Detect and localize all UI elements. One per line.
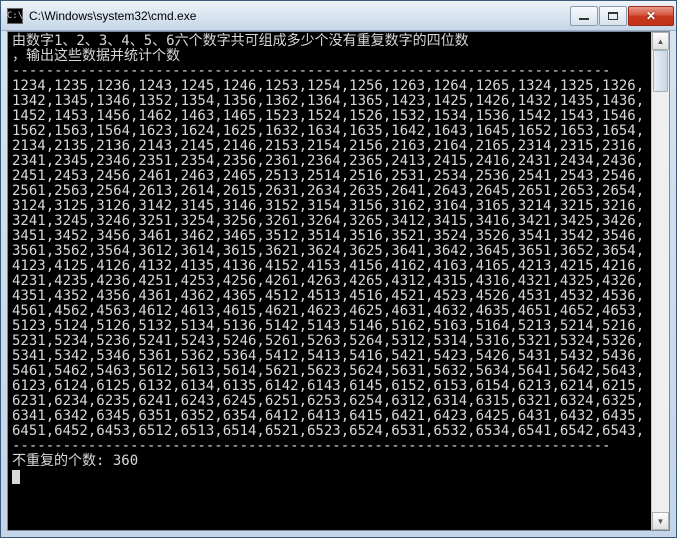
window-controls: ✕ bbox=[570, 6, 674, 26]
chevron-down-icon: ▼ bbox=[657, 517, 665, 526]
result-value: 360 bbox=[113, 453, 138, 469]
console-output[interactable]: 由数字1、2、3、4、5、6六个数字共可组成多少个没有重复数字的四位数 ，输出这… bbox=[8, 32, 651, 530]
numbers-block: 1234,1235,1236,1243,1245,1246,1253,1254,… bbox=[12, 78, 644, 439]
scroll-thumb[interactable] bbox=[653, 50, 668, 92]
close-icon: ✕ bbox=[646, 9, 656, 23]
separator-top: ----------------------------------------… bbox=[12, 63, 610, 79]
scroll-track[interactable] bbox=[652, 50, 669, 512]
prompt-line-1: 由数字1、2、3、4、5、6六个数字共可组成多少个没有重复数字的四位数 bbox=[12, 33, 469, 49]
window-title: C:\Windows\system32\cmd.exe bbox=[29, 9, 570, 23]
client-area: 由数字1、2、3、4、5、6六个数字共可组成多少个没有重复数字的四位数 ，输出这… bbox=[7, 31, 670, 531]
cmd-icon: C:\ bbox=[7, 8, 23, 24]
maximize-button[interactable] bbox=[599, 6, 627, 26]
close-button[interactable]: ✕ bbox=[628, 6, 674, 26]
text-cursor bbox=[12, 470, 20, 484]
chevron-up-icon: ▲ bbox=[657, 37, 665, 46]
vertical-scrollbar[interactable]: ▲ ▼ bbox=[651, 32, 669, 530]
separator-bottom: ----------------------------------------… bbox=[12, 438, 610, 454]
titlebar[interactable]: C:\ C:\Windows\system32\cmd.exe ✕ bbox=[1, 1, 676, 31]
minimize-icon bbox=[579, 18, 589, 20]
minimize-button[interactable] bbox=[570, 6, 598, 26]
scroll-up-button[interactable]: ▲ bbox=[652, 32, 669, 50]
maximize-icon bbox=[608, 12, 618, 20]
scroll-down-button[interactable]: ▼ bbox=[652, 512, 669, 530]
prompt-line-2: ，输出这些数据并统计个数 bbox=[12, 48, 180, 64]
window-frame: C:\ C:\Windows\system32\cmd.exe ✕ 由数字1、2… bbox=[0, 0, 677, 538]
result-label: 不重复的个数: bbox=[12, 453, 113, 469]
